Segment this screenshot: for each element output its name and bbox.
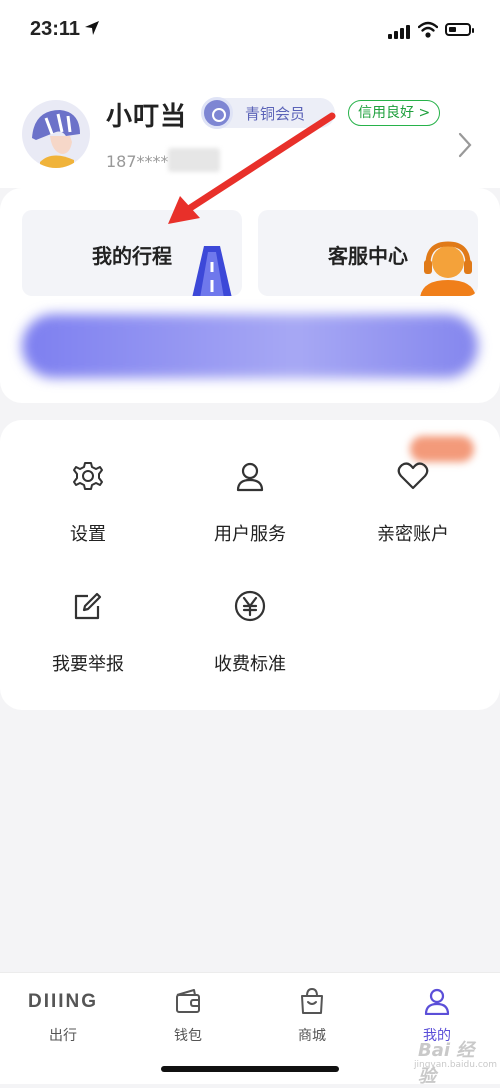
tab-travel-label: 出行 (49, 1028, 77, 1044)
headset-agent-icon (420, 241, 476, 296)
status-time: 23:11 (30, 18, 81, 40)
settings-label: 设置 (70, 524, 106, 545)
road-icon (192, 246, 232, 296)
status-bar: 23:11 (0, 0, 500, 60)
tab-wallet-label: 钱包 (174, 1028, 202, 1044)
watermark-url: jingyan.baidu.com (414, 1060, 498, 1070)
pricing-label: 收费标准 (214, 654, 286, 675)
services-card: 设置 用户服务 亲密账户 我要举报 收费标准 (0, 420, 500, 710)
report-item[interactable]: 我要举报 (23, 550, 153, 675)
wallet-icon (176, 989, 200, 1013)
avatar[interactable] (22, 100, 90, 168)
battery-icon (445, 23, 474, 36)
tab-wallet[interactable]: 钱包 (143, 981, 233, 1051)
chevron-right-icon[interactable] (458, 132, 472, 158)
family-account-item[interactable]: 亲密账户 (348, 420, 478, 545)
edit-icon (74, 592, 102, 620)
wifi-icon (418, 21, 438, 38)
user-services-label: 用户服务 (214, 524, 286, 545)
annotation-arrow-icon (168, 112, 336, 224)
promo-banner[interactable] (22, 314, 478, 378)
credit-status-badge[interactable]: 信用良好 > (348, 100, 441, 126)
family-account-label: 亲密账户 (377, 524, 449, 545)
helmet-avatar-icon (32, 110, 80, 168)
yen-icon (234, 590, 266, 622)
heart-icon (397, 462, 429, 490)
shopping-bag-icon (301, 987, 323, 1014)
tab-travel[interactable]: DIIING 出行 (18, 981, 108, 1051)
user-services-item[interactable]: 用户服务 (185, 420, 315, 545)
pricing-item[interactable]: 收费标准 (185, 550, 315, 675)
person-icon (424, 988, 450, 1015)
home-indicator[interactable] (161, 1066, 339, 1072)
tab-mall-label: 商城 (298, 1028, 326, 1044)
tab-mall[interactable]: 商城 (267, 981, 357, 1051)
watermark: Bai 经验 jingyan.baidu.com (390, 1030, 497, 1087)
diiing-logo: DIIING (27, 991, 99, 1012)
gear-icon (73, 462, 103, 490)
user-icon (236, 462, 264, 492)
settings-item[interactable]: 设置 (23, 420, 153, 545)
cellular-signal-icon (388, 25, 410, 39)
location-arrow-icon (85, 21, 99, 35)
report-label: 我要举报 (52, 654, 124, 675)
